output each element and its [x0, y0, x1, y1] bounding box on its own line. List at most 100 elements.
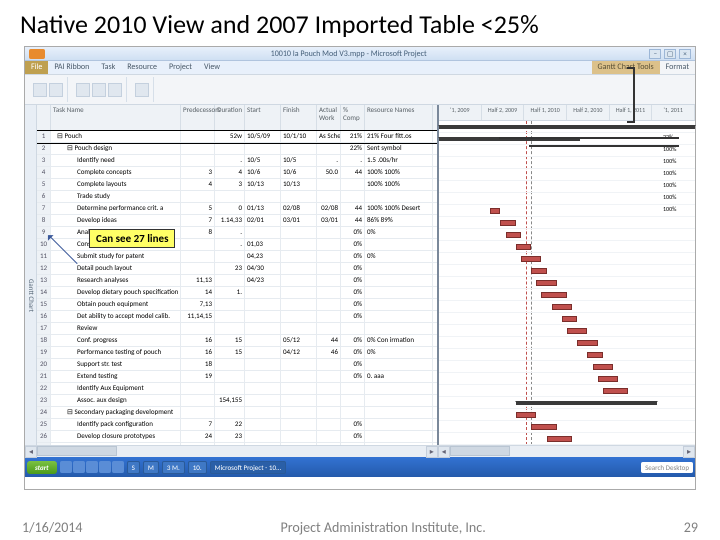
cell-start[interactable]: 04/30	[245, 263, 281, 274]
cell-pred[interactable]: 11,13	[181, 275, 215, 286]
cell-dur[interactable]	[215, 311, 245, 322]
table-row[interactable]: 16Det ability to accept model calib.11,1…	[37, 311, 437, 323]
cell-actual[interactable]	[317, 323, 341, 334]
cell-res[interactable]: 86% 89%	[365, 215, 433, 226]
gantt-bar[interactable]	[516, 244, 531, 250]
cell-finish[interactable]	[281, 143, 317, 154]
quicklaunch-icon[interactable]	[73, 461, 85, 473]
cell-pct[interactable]	[341, 383, 365, 394]
gantt-bar[interactable]	[480, 196, 490, 202]
ribbon-button[interactable]	[92, 83, 106, 97]
cell-finish[interactable]	[281, 383, 317, 394]
task-name-cell[interactable]: Develop closure prototypes	[51, 431, 181, 442]
table-row[interactable]: 27Procure samples250%	[37, 443, 437, 445]
scroll-left-button[interactable]: ◂	[25, 446, 37, 458]
cell-res[interactable]: 1.5 .00s/hr	[365, 155, 433, 166]
cell-actual[interactable]	[317, 395, 341, 406]
gantt-bar[interactable]	[459, 184, 474, 190]
cell-finish[interactable]	[281, 371, 317, 382]
quicklaunch-icon[interactable]	[112, 461, 124, 473]
ribbon-tab-resource[interactable]: Resource	[121, 61, 163, 74]
cell-dur[interactable]: 3	[215, 179, 245, 190]
cell-res[interactable]: 100% 100% Desert	[365, 203, 433, 214]
cell-start[interactable]	[245, 335, 281, 346]
cell-finish[interactable]	[281, 275, 317, 286]
ribbon-button[interactable]	[49, 83, 63, 97]
cell-dur[interactable]: 1.14,33	[215, 215, 245, 226]
cell-dur[interactable]	[215, 143, 245, 154]
cell-pct[interactable]: 0%	[341, 251, 365, 262]
gantt-bar[interactable]	[593, 364, 613, 370]
task-name-cell[interactable]: Review	[51, 323, 181, 334]
cell-dur[interactable]: .	[215, 155, 245, 166]
cell-pred[interactable]	[181, 155, 215, 166]
cell-actual[interactable]	[317, 287, 341, 298]
col-taskname[interactable]: Task Name	[51, 105, 181, 130]
cell-dur[interactable]	[215, 359, 245, 370]
ribbon-tab-task[interactable]: Task	[95, 61, 121, 74]
cell-actual[interactable]: 03/01	[317, 215, 341, 226]
cell-start[interactable]	[245, 443, 281, 445]
cell-pred[interactable]: 16	[181, 347, 215, 358]
cell-pred[interactable]	[181, 143, 215, 154]
cell-finish[interactable]: 02/08	[281, 203, 317, 214]
cell-dur[interactable]	[215, 323, 245, 334]
table-row[interactable]: 18Conf. progress161505/12440%0% Con irma…	[37, 335, 437, 347]
cell-actual[interactable]	[317, 239, 341, 250]
table-row[interactable]: 4Complete concepts3410/610/650.044100% 1…	[37, 167, 437, 179]
quicklaunch-icon[interactable]	[86, 461, 98, 473]
cell-start[interactable]	[245, 299, 281, 310]
task-name-cell[interactable]: Research analyses	[51, 275, 181, 286]
col-pred[interactable]: Predecessors	[181, 105, 215, 130]
table-row[interactable]: 7Determine performance crit. a5001/1302/…	[37, 203, 437, 215]
cell-pred[interactable]: 7,13	[181, 299, 215, 310]
gantt-bar[interactable]	[439, 125, 695, 129]
close-button[interactable]: ×	[679, 49, 691, 59]
task-name-cell[interactable]: Conf. progress	[51, 335, 181, 346]
cell-pred[interactable]: 19	[181, 371, 215, 382]
task-name-cell[interactable]: Develop dietary pouch specification	[51, 287, 181, 298]
ribbon-button[interactable]	[135, 83, 149, 97]
task-name-cell[interactable]: Procure samples	[51, 443, 181, 445]
horizontal-scrollbar[interactable]: ◂ ▸ ◂ ▸	[25, 445, 695, 457]
task-name-cell[interactable]: Obtain pouch equipment	[51, 299, 181, 310]
view-bar[interactable]: Gantt Chart	[25, 105, 37, 445]
cell-finish[interactable]: 10/5	[281, 155, 317, 166]
cell-start[interactable]	[245, 395, 281, 406]
cell-res[interactable]: 0. aaa	[365, 371, 433, 382]
task-name-cell[interactable]: ⊟ Pouch design	[51, 143, 181, 154]
cell-pct[interactable]: 0%	[341, 275, 365, 286]
table-row[interactable]: 22Identify Aux Equipment	[37, 383, 437, 395]
table-row[interactable]: 3Identify need.10/510/5..1.5 .00s/hr	[37, 155, 437, 167]
cell-finish[interactable]	[281, 359, 317, 370]
gantt-bar[interactable]	[531, 424, 557, 430]
cell-pct[interactable]: 0%	[341, 347, 365, 358]
col-dur[interactable]: Duration	[215, 105, 245, 130]
cell-dur[interactable]	[215, 383, 245, 394]
cell-start[interactable]	[245, 323, 281, 334]
cell-pct[interactable]: 0%	[341, 359, 365, 370]
cell-start[interactable]: 04/23	[245, 275, 281, 286]
task-name-cell[interactable]: Trade study	[51, 191, 181, 202]
cell-start[interactable]	[245, 383, 281, 394]
table-row[interactable]: 19Performance testing of pouch161504/124…	[37, 347, 437, 359]
taskbar-item[interactable]: S	[127, 461, 140, 474]
cell-pct[interactable]: 0%	[341, 335, 365, 346]
cell-dur[interactable]: .	[215, 227, 245, 238]
task-name-cell[interactable]: Assoc. aux design	[51, 395, 181, 406]
ribbon-button[interactable]	[33, 83, 47, 97]
cell-pred[interactable]	[181, 239, 215, 250]
cell-res[interactable]: 0% Con irmation	[365, 335, 433, 346]
cell-actual[interactable]	[317, 179, 341, 190]
cell-pred[interactable]: 4	[181, 179, 215, 190]
gantt-bar[interactable]	[500, 220, 515, 226]
gantt-bar[interactable]	[531, 268, 546, 274]
cell-pred[interactable]: 7	[181, 419, 215, 430]
cell-pred[interactable]	[181, 395, 215, 406]
cell-finish[interactable]	[281, 287, 317, 298]
ribbon-tab-project[interactable]: Project	[163, 61, 198, 74]
ribbon-tab-format[interactable]: Format	[660, 61, 695, 74]
cell-pct[interactable]: 0%	[341, 311, 365, 322]
cell-finish[interactable]	[281, 263, 317, 274]
ribbon-tab-contextual[interactable]: Gantt Chart Tools	[592, 61, 660, 74]
